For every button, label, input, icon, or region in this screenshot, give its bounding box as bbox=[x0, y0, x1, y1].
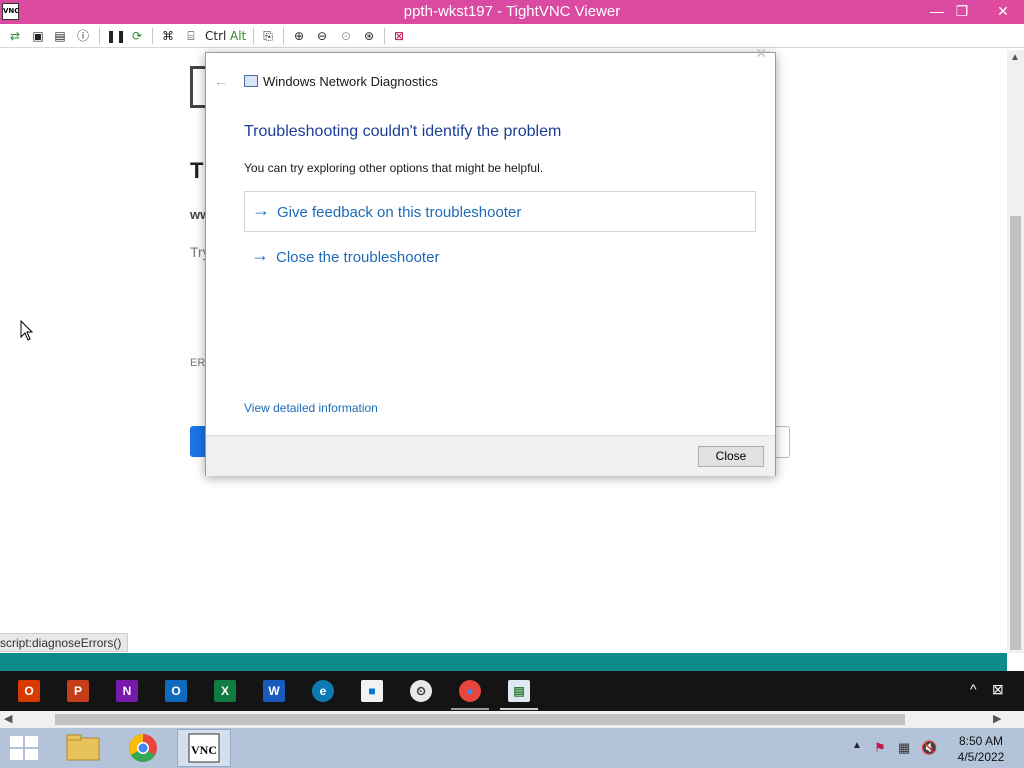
options-icon[interactable]: ▤ bbox=[51, 27, 69, 45]
window-title: ppth-wkst197 - TightVNC Viewer bbox=[403, 3, 621, 20]
error-page-heading: T bbox=[190, 158, 204, 183]
network-diagnostics-icon bbox=[244, 75, 258, 87]
network-status-icon[interactable]: ⊠ bbox=[992, 681, 1004, 698]
scroll-left-icon[interactable]: ◀ bbox=[4, 712, 12, 725]
close-window-button[interactable]: ✕ bbox=[982, 0, 1024, 24]
tightvnc-taskbar-item[interactable]: VNC bbox=[177, 729, 231, 767]
local-taskbar: VNC ▲ ⚑ ▦ 🔇 8:50 AM 4/5/2022 bbox=[0, 728, 1024, 768]
scrollbar-corner bbox=[1007, 711, 1024, 728]
toolbar-separator bbox=[253, 28, 254, 44]
close-troubleshooter-option[interactable]: → Close the troubleshooter bbox=[244, 237, 756, 278]
toolbar-separator bbox=[283, 28, 284, 44]
arrow-right-icon: → bbox=[251, 245, 269, 265]
remote-accent-strip bbox=[0, 653, 1007, 671]
remote-taskbar: O P N O X W e ■ ⏲ ● ▤ ^ ⊠ bbox=[0, 671, 1024, 711]
close-troubleshooter-label: Close the troubleshooter bbox=[276, 249, 440, 266]
powerpoint-icon[interactable]: P bbox=[67, 680, 89, 702]
flag-alert-icon[interactable]: ⚑ bbox=[874, 740, 886, 756]
chrome-icon[interactable]: ● bbox=[459, 680, 481, 702]
network-diagnostics-dialog: ✕ ← Windows Network Diagnostics Troubles… bbox=[205, 45, 776, 476]
start-button[interactable] bbox=[10, 736, 38, 760]
ctrl-alt-del-icon[interactable]: ⌘ bbox=[159, 27, 177, 45]
toolbar-separator bbox=[152, 28, 153, 44]
mouse-cursor-icon bbox=[20, 320, 34, 341]
folder-icon bbox=[66, 734, 100, 761]
outlook-icon[interactable]: O bbox=[165, 680, 187, 702]
file-explorer-taskbar-item[interactable] bbox=[56, 729, 110, 767]
chrome-taskbar-item[interactable] bbox=[116, 729, 170, 767]
store-icon[interactable]: ■ bbox=[361, 680, 383, 702]
clock-date: 4/5/2022 bbox=[957, 750, 1005, 764]
clock-app-icon[interactable]: ⏲ bbox=[410, 680, 432, 702]
zoom-in-icon[interactable]: ⊕ bbox=[290, 27, 308, 45]
fullscreen-icon[interactable]: ⊠ bbox=[390, 27, 408, 45]
onenote-icon[interactable]: N bbox=[116, 680, 138, 702]
back-arrow-icon[interactable]: ← bbox=[214, 73, 228, 89]
vnc-toolbar: ⇄ ▣ ▤ ⓘ ❚❚ ⟳ ⌘ ⌸ Ctrl Alt ⎘ ⊕ ⊖ ⊙ ⊛ ⊠ bbox=[0, 24, 1024, 48]
office-icon[interactable]: O bbox=[18, 680, 40, 702]
pause-icon[interactable]: ❚❚ bbox=[106, 27, 126, 45]
tray-chevron-icon[interactable]: ^ bbox=[970, 681, 977, 697]
word-icon[interactable]: W bbox=[263, 680, 285, 702]
browser-status-url: script:diagnoseErrors() bbox=[0, 633, 129, 652]
info-icon[interactable]: ⓘ bbox=[74, 27, 92, 45]
dialog-subtext: You can try exploring other options that… bbox=[244, 161, 544, 175]
save-icon[interactable]: ▣ bbox=[29, 27, 47, 45]
dialog-footer: Close bbox=[206, 435, 775, 476]
give-feedback-option[interactable]: → Give feedback on this troubleshooter bbox=[244, 191, 756, 232]
dialog-heading: Troubleshooting couldn't identify the pr… bbox=[244, 123, 562, 140]
maximize-button[interactable]: ❐ bbox=[945, 0, 979, 24]
volume-muted-icon[interactable]: 🔇 bbox=[921, 740, 937, 756]
close-button[interactable]: Close bbox=[698, 446, 764, 467]
scroll-up-icon[interactable]: ▲ bbox=[1010, 52, 1020, 63]
zoom-auto-icon[interactable]: ⊛ bbox=[360, 27, 378, 45]
zoom-out-icon[interactable]: ⊖ bbox=[313, 27, 331, 45]
horizontal-scroll-thumb[interactable] bbox=[55, 714, 905, 725]
diagnostics-active-indicator bbox=[500, 708, 538, 710]
arrow-right-icon: → bbox=[252, 200, 270, 220]
view-detailed-information-link[interactable]: View detailed information bbox=[244, 401, 378, 415]
excel-icon[interactable]: X bbox=[214, 680, 236, 702]
clipboard-icon[interactable]: ⎘ bbox=[259, 27, 277, 45]
win-key-icon[interactable]: ⌸ bbox=[182, 27, 200, 45]
ctrl-key-button[interactable]: Ctrl bbox=[205, 27, 226, 45]
new-connection-icon[interactable]: ⇄ bbox=[6, 27, 24, 45]
alt-key-button[interactable]: Alt bbox=[230, 27, 246, 45]
show-hidden-icons[interactable]: ▲ bbox=[852, 740, 862, 751]
chrome-running-indicator bbox=[451, 708, 489, 710]
scroll-right-icon[interactable]: ▶ bbox=[993, 712, 1001, 725]
system-clock[interactable]: 8:50 AM 4/5/2022 bbox=[946, 733, 1016, 765]
give-feedback-label: Give feedback on this troubleshooter bbox=[277, 204, 522, 221]
zoom-100-icon[interactable]: ⊙ bbox=[337, 27, 355, 45]
edge-icon[interactable]: e bbox=[312, 680, 334, 702]
network-diagnostics-taskbar-icon[interactable]: ▤ bbox=[508, 680, 530, 702]
network-icon[interactable]: ▦ bbox=[898, 740, 910, 756]
vertical-scroll-thumb[interactable] bbox=[1010, 216, 1021, 650]
toolbar-separator bbox=[384, 28, 385, 44]
chrome-icon bbox=[129, 734, 157, 762]
window-title-bar: VNC ppth-wkst197 - TightVNC Viewer — ❐ ✕ bbox=[0, 0, 1024, 24]
vnc-icon: VNC bbox=[188, 733, 220, 763]
clock-time: 8:50 AM bbox=[958, 734, 1004, 748]
toolbar-separator bbox=[99, 28, 100, 44]
dialog-app-title: Windows Network Diagnostics bbox=[263, 74, 438, 89]
svg-text:VNC: VNC bbox=[191, 743, 217, 757]
refresh-icon[interactable]: ⟳ bbox=[128, 27, 146, 45]
dialog-close-icon[interactable]: ✕ bbox=[755, 45, 767, 62]
vertical-scrollbar[interactable]: ▲ bbox=[1007, 50, 1024, 653]
horizontal-scrollbar[interactable]: ◀ ▶ bbox=[0, 711, 1007, 728]
